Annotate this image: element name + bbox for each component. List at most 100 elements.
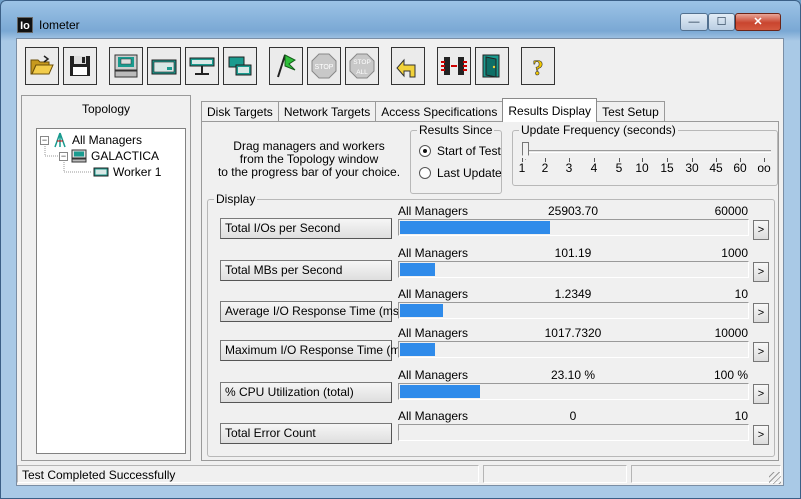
drag-instructions: Drag managers and workers from the Topol…	[217, 139, 401, 179]
metric-max-value: 10000	[714, 326, 748, 340]
slider-tick-label: 2	[541, 161, 549, 175]
slider-tick-label: 60	[733, 161, 747, 175]
metric-progress-fill	[400, 385, 480, 398]
metric-source-label: All Managers	[398, 409, 469, 423]
duplicate-worker-icon	[228, 56, 252, 76]
metric-progress-fill	[400, 304, 443, 317]
status-bar: Test Completed Successfully	[17, 465, 783, 485]
display-title: Display	[214, 192, 258, 206]
tab-access-specifications[interactable]: Access Specifications	[375, 101, 504, 122]
metric-value: 0	[569, 409, 577, 423]
about-button[interactable]: ?	[521, 47, 555, 85]
tab-strip: Disk Targets Network Targets Access Spec…	[201, 98, 665, 122]
folder-open-icon	[30, 55, 54, 75]
last-update-radio[interactable]: Last Update	[419, 166, 502, 180]
results-since-title: Results Since	[417, 123, 495, 137]
slider-tick-label: oo	[757, 161, 771, 175]
metric-expand-button[interactable]: >	[753, 220, 769, 240]
metric-max-value: 100 %	[713, 368, 748, 382]
iometer-window: Io Iometer — ☐ ✕ STOP STOP ALL ? Topolog…	[0, 0, 801, 499]
update-frequency-group: Update Frequency (seconds) 1 2 3 4 5 10 15 30 45…	[512, 123, 778, 186]
start-network-worker-button[interactable]	[185, 47, 219, 85]
metric-expand-button[interactable]: >	[753, 303, 769, 323]
duplicate-worker-button[interactable]	[223, 47, 257, 85]
metric-expand-button[interactable]: >	[753, 342, 769, 362]
metric-selector-button[interactable]: Maximum I/O Response Time (ms)	[220, 340, 410, 361]
results-display-page: Drag managers and workers from the Topol…	[201, 121, 779, 461]
stop-all-sign-icon: STOP ALL	[349, 53, 375, 79]
topology-tree[interactable]: − All Managers − GALACTICA Worker 1	[36, 128, 186, 454]
tree-label: GALACTICA	[91, 149, 160, 163]
metric-selector-button[interactable]: Average I/O Response Time (ms)	[220, 301, 403, 322]
metric-progress-bar[interactable]	[398, 383, 749, 400]
results-since-group: Results Since Start of Test Last Update	[410, 123, 502, 194]
metric-progress-bar[interactable]	[398, 219, 749, 236]
slider-tick-label: 5	[615, 161, 623, 175]
metric-max-value: 10	[734, 409, 748, 423]
minimize-button[interactable]: —	[680, 13, 708, 31]
metric-value: 23.10 %	[550, 368, 596, 382]
tab-test-setup[interactable]: Test Setup	[596, 101, 665, 122]
save-config-button[interactable]	[63, 47, 97, 85]
metric-value: 101.19	[554, 246, 592, 260]
client-area: STOP STOP ALL ? Topology − All Managers …	[16, 38, 784, 486]
update-frequency-title: Update Frequency (seconds)	[519, 123, 678, 137]
metric-progress-fill	[400, 221, 550, 234]
status-pane-2	[483, 465, 627, 483]
metric-selector-button[interactable]: Total Error Count	[220, 423, 392, 444]
disk-worker-icon	[151, 59, 177, 75]
update-frequency-slider-track[interactable]	[523, 150, 771, 153]
metric-progress-fill	[400, 263, 435, 276]
resize-grip[interactable]	[769, 472, 781, 484]
metric-source-label: All Managers	[398, 287, 469, 301]
metric-source-label: All Managers	[398, 326, 469, 340]
update-frequency-slider-thumb[interactable]	[522, 142, 529, 160]
metric-selector-button[interactable]: Total MBs per Second	[220, 260, 392, 281]
svg-text:ALL: ALL	[356, 69, 368, 76]
metric-value: 1.2349	[554, 287, 592, 301]
metric-expand-button[interactable]: >	[753, 425, 769, 445]
tree-connector-lines	[44, 146, 92, 173]
status-message: Test Completed Successfully	[17, 465, 479, 483]
tab-results-display[interactable]: Results Display	[502, 98, 598, 122]
close-button[interactable]: ✕	[735, 13, 781, 31]
metric-selector-button[interactable]: % CPU Utilization (total)	[220, 382, 392, 403]
metric-progress-bar[interactable]	[398, 341, 749, 358]
metric-source-label: All Managers	[398, 368, 469, 382]
metric-progress-bar[interactable]	[398, 261, 749, 278]
topology-title: Topology	[81, 102, 131, 116]
metric-expand-button[interactable]: >	[753, 384, 769, 404]
metric-selector-button[interactable]: Total I/Os per Second	[220, 218, 392, 239]
stop-current-test-button[interactable]: STOP	[307, 47, 341, 85]
metric-expand-button[interactable]: >	[753, 262, 769, 282]
tab-disk-targets[interactable]: Disk Targets	[201, 101, 279, 122]
open-config-button[interactable]	[25, 47, 59, 85]
disconnect-icon	[441, 57, 467, 75]
metric-progress-bar[interactable]	[398, 302, 749, 319]
disconnect-button[interactable]	[437, 47, 471, 85]
tab-network-targets[interactable]: Network Targets	[277, 101, 377, 122]
metric-source-label: All Managers	[398, 204, 469, 218]
radio-unchecked[interactable]	[419, 167, 431, 179]
maximize-button[interactable]: ☐	[708, 13, 735, 31]
iometer-logo-icon: Io	[17, 17, 33, 33]
stop-all-button[interactable]: STOP ALL	[345, 47, 379, 85]
main-panel: Disk Targets Network Targets Access Spec…	[195, 95, 779, 461]
start-disk-worker-button[interactable]	[147, 47, 181, 85]
metric-progress-bar[interactable]	[398, 424, 749, 441]
start-of-test-radio[interactable]: Start of Test	[419, 144, 501, 158]
green-flag-icon	[277, 54, 296, 78]
radio-checked[interactable]	[419, 145, 431, 157]
tree-item-worker-1[interactable]: Worker 1	[93, 164, 161, 180]
start-tests-button[interactable]	[269, 47, 303, 85]
start-new-manager-button[interactable]	[109, 47, 143, 85]
title-bar[interactable]: Io Iometer — ☐ ✕	[1, 1, 800, 37]
svg-text:STOP: STOP	[353, 59, 371, 66]
toolbar: STOP STOP ALL ?	[23, 45, 773, 87]
exit-door-icon	[482, 54, 500, 78]
reset-arrow-icon	[396, 58, 416, 78]
exit-button[interactable]	[475, 47, 509, 85]
metric-value: 25903.70	[547, 204, 599, 218]
reset-workers-button[interactable]	[391, 47, 425, 85]
metric-value: 1017.7320	[544, 326, 602, 340]
